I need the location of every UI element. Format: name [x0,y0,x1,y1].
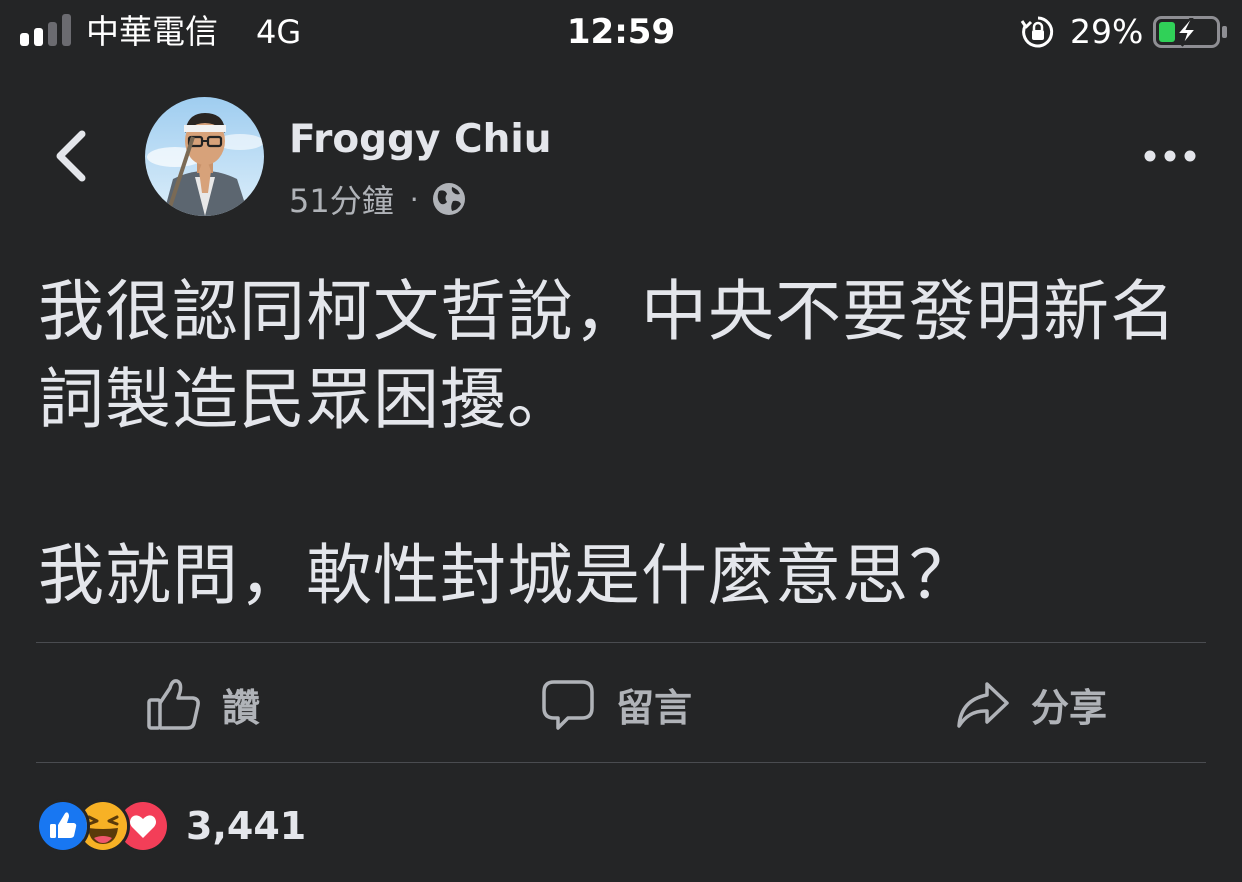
comment-bubble-icon [542,680,594,730]
reactions-summary[interactable]: 3,441 [36,799,307,853]
post-timestamp[interactable]: 51分鐘 [289,176,394,222]
post-meta: 51分鐘 · [289,176,467,222]
status-bar: 中華電信 4G 12:59 29% [0,0,1242,70]
post-text: 我很認同柯文哲說，中央不要發明新名詞製造民眾困擾。 我就問，軟性封城是什麼意思？ [38,268,1213,620]
post-paragraph: 我很認同柯文哲說，中央不要發明新名詞製造民眾困擾。 [38,273,1177,438]
like-reaction-icon [36,799,90,853]
like-label: 讚 [222,685,261,730]
divider [36,762,1206,763]
comment-label: 留言 [616,685,693,730]
author-avatar[interactable] [145,97,264,216]
divider [36,642,1206,643]
like-button[interactable]: 讚 [146,672,260,736]
back-button[interactable] [44,126,100,186]
ellipsis-icon [1144,150,1196,162]
more-options-button[interactable] [1140,138,1200,174]
share-button[interactable]: 分享 [955,672,1107,736]
share-arrow-icon [957,682,1009,728]
share-label: 分享 [1031,685,1108,730]
globe-icon [431,181,467,217]
author-name[interactable]: Froggy Chiu [289,114,552,166]
comment-button[interactable]: 留言 [540,672,692,736]
rotation-lock-icon [1020,14,1056,50]
thumbs-up-icon [147,679,200,730]
post-paragraph: 我就問，軟性封城是什麼意思？ [38,537,976,614]
battery-charging-icon [1153,16,1229,48]
reaction-count: 3,441 [186,804,307,848]
chevron-left-icon [56,130,86,182]
meta-separator: · [409,182,419,216]
battery-percentage: 29% [1070,12,1144,51]
